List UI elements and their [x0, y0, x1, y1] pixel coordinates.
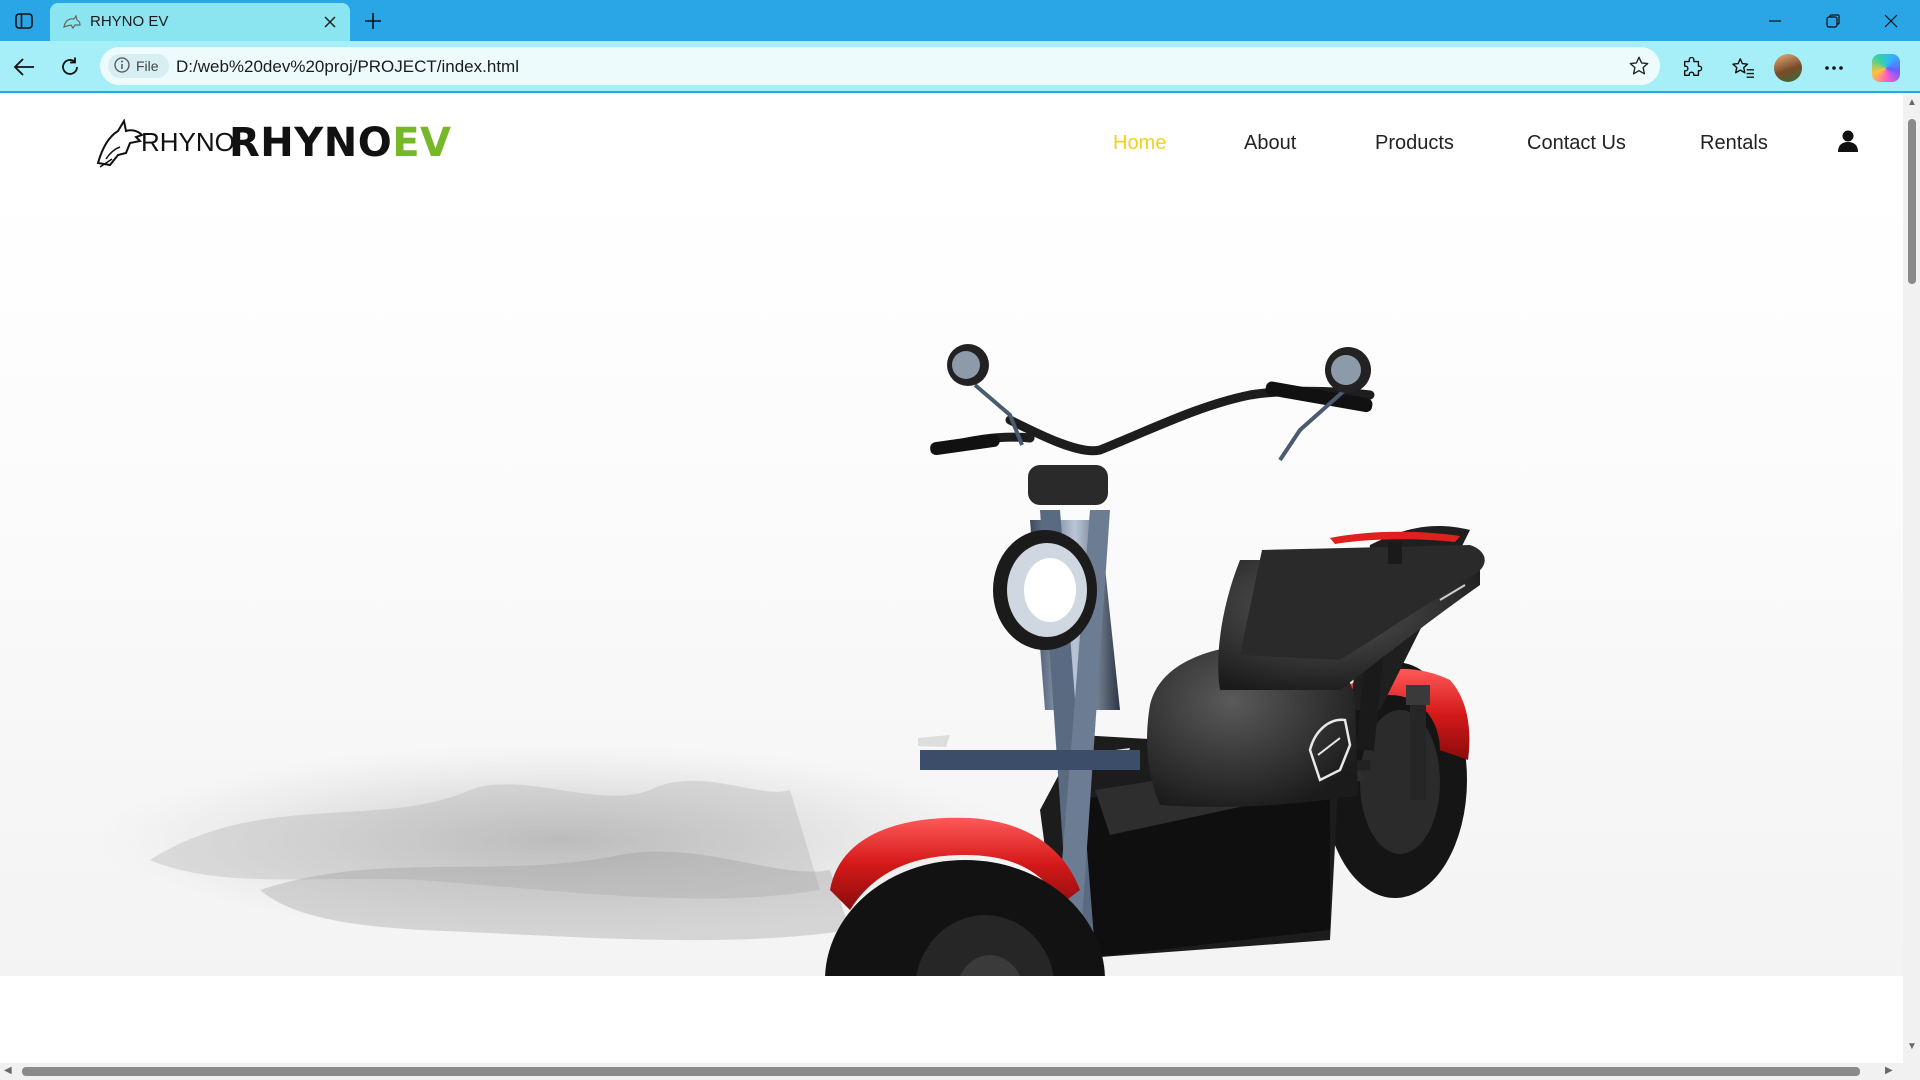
horizontal-scroll-thumb[interactable]	[22, 1067, 1860, 1076]
scooter-hero-image	[100, 344, 1485, 976]
vertical-scroll-thumb[interactable]	[1908, 119, 1916, 284]
nav-about[interactable]: About	[1244, 132, 1296, 155]
browser-tab[interactable]: RHYNO EV	[50, 3, 350, 41]
more-icon[interactable]	[1820, 54, 1848, 82]
restore-icon[interactable]	[1810, 6, 1856, 36]
plus-icon[interactable]	[360, 8, 386, 34]
nav-contact-us[interactable]: Contact Us	[1527, 132, 1626, 155]
favorites-icon[interactable]	[1729, 54, 1757, 82]
logo-wordmark-small: RHYNO	[141, 127, 235, 157]
site-info-label: File	[136, 58, 159, 74]
nav-rentals[interactable]: Rentals	[1700, 132, 1768, 155]
hero-banner	[0, 190, 1903, 976]
minimize-icon[interactable]	[1752, 6, 1798, 36]
logo-accent-text: EV	[392, 120, 452, 166]
reload-icon[interactable]	[57, 54, 83, 80]
vertical-scrollbar[interactable]: ▲ ▼	[1903, 95, 1920, 1065]
nav-products[interactable]: Products	[1375, 132, 1454, 155]
user-icon[interactable]	[1837, 129, 1859, 153]
window-close-icon[interactable]	[1868, 6, 1914, 36]
horizontal-scrollbar[interactable]: ◀ ▶	[0, 1063, 1903, 1080]
site-header: RHYNO RHYNOEV Home About Products Contac…	[0, 95, 1903, 190]
star-icon[interactable]	[1628, 55, 1650, 77]
close-icon[interactable]	[320, 12, 340, 32]
info-icon	[114, 56, 130, 76]
puzzle-icon[interactable]	[1678, 54, 1706, 82]
profile-avatar[interactable]	[1774, 54, 1802, 82]
browser-tab-bar: RHYNO EV	[0, 0, 1920, 41]
scrollbar-corner	[1903, 1063, 1920, 1080]
browser-toolbar: File D:/web%20dev%20proj/PROJECT/index.h…	[0, 41, 1920, 93]
copilot-icon[interactable]	[1872, 54, 1900, 82]
scroll-up-icon[interactable]: ▲	[1907, 97, 1917, 108]
site-logo[interactable]: RHYNOEV	[229, 120, 452, 166]
nav-home[interactable]: Home	[1113, 132, 1166, 155]
logo-main-text: RHYNO	[229, 120, 393, 166]
arrow-left-icon[interactable]	[11, 54, 37, 80]
tab-title: RHYNO EV	[90, 13, 169, 30]
tab-panel-icon[interactable]	[12, 9, 36, 33]
rhino-favicon-icon	[62, 13, 82, 31]
scroll-right-icon[interactable]: ▶	[1885, 1065, 1893, 1076]
site-info-button[interactable]: File	[108, 54, 169, 78]
scroll-down-icon[interactable]: ▼	[1907, 1041, 1917, 1052]
scroll-left-icon[interactable]: ◀	[4, 1065, 12, 1076]
page-viewport: RHYNO RHYNOEV Home About Products Contac…	[0, 95, 1903, 1065]
address-bar[interactable]: File D:/web%20dev%20proj/PROJECT/index.h…	[100, 47, 1660, 85]
url-text[interactable]: D:/web%20dev%20proj/PROJECT/index.html	[176, 57, 519, 77]
